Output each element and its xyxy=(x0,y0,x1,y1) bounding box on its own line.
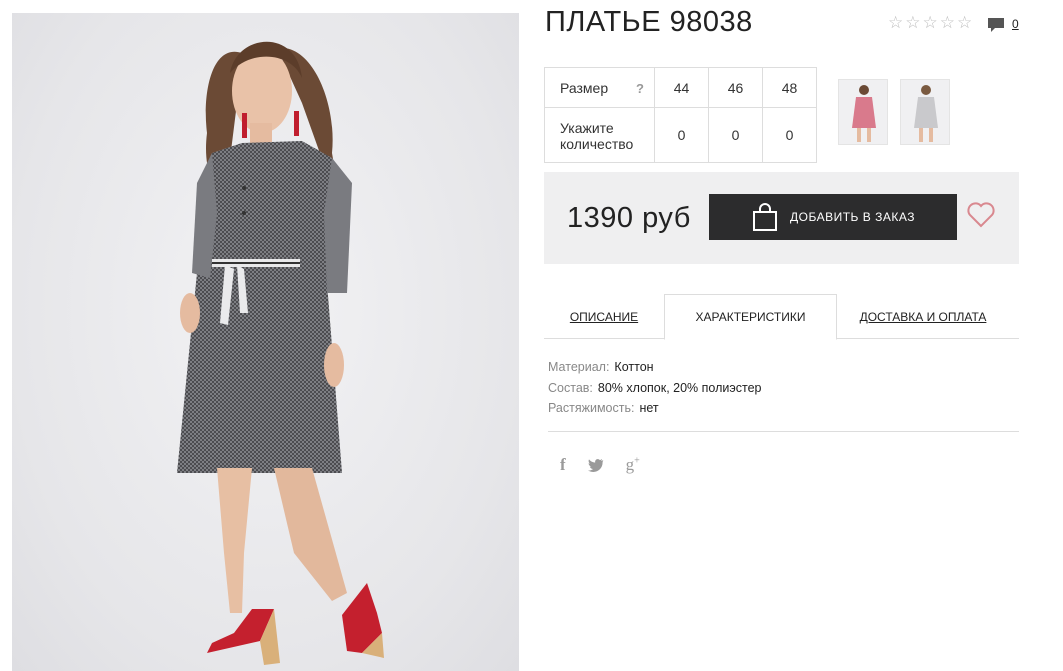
rating-stars[interactable]: ☆ ☆ ☆ ☆ ☆ xyxy=(888,14,972,32)
model-illustration xyxy=(177,41,384,665)
thumbnail-gray[interactable] xyxy=(900,79,950,145)
star-icon[interactable]: ☆ xyxy=(957,14,972,32)
thumbnail-gray-image xyxy=(914,85,938,142)
thumbnail-pink[interactable] xyxy=(838,79,888,145)
characteristic-row: Материал: Коттон xyxy=(548,357,761,378)
size-label-cell: Размер ? xyxy=(544,67,655,108)
tab-characteristics[interactable]: ХАРАКТЕРИСТИКИ xyxy=(664,294,837,340)
characteristic-key: Растяжимость: xyxy=(548,401,635,415)
tab-delivery-label: ДОСТАВКА И ОПЛАТА xyxy=(859,309,987,324)
characteristic-value: 80% хлопок, 20% полиэстер xyxy=(597,380,762,395)
star-icon[interactable]: ☆ xyxy=(940,14,955,32)
google-plus-icon[interactable]: g+ xyxy=(626,455,640,475)
quantity-input[interactable]: 0 xyxy=(762,107,817,163)
quantity-input[interactable]: 0 xyxy=(708,107,763,163)
buy-box: 1390 руб ДОБАВИТЬ В ЗАКАЗ xyxy=(544,172,1019,264)
comment-count-link[interactable]: 0 xyxy=(1012,17,1019,31)
characteristic-value: нет xyxy=(639,401,659,415)
heart-icon[interactable] xyxy=(967,202,995,228)
product-title: ПЛАТЬЕ 98038 xyxy=(545,6,753,38)
add-to-order-label: ДОБАВИТЬ В ЗАКАЗ xyxy=(790,210,915,224)
thumbnail-pink-image xyxy=(852,85,876,142)
product-price: 1390 руб xyxy=(567,202,691,234)
quantity-input[interactable]: 0 xyxy=(654,107,709,163)
product-tabs: ОПИСАНИЕ ХАРАКТЕРИСТИКИ ДОСТАВКА И ОПЛАТ… xyxy=(544,294,1019,340)
characteristics-list: Материал: Коттон Состав: 80% хлопок, 20% п… xyxy=(548,357,761,419)
social-share: f g+ xyxy=(560,455,662,475)
quantity-row: Укажите количество 0 0 0 xyxy=(544,107,817,163)
size-option: 44 xyxy=(654,67,709,108)
size-label: Размер xyxy=(560,79,609,96)
star-icon[interactable]: ☆ xyxy=(888,14,903,32)
tab-description[interactable]: ОПИСАНИЕ xyxy=(544,294,664,339)
google-plus-label: g xyxy=(625,455,635,474)
tab-description-label: ОПИСАНИЕ xyxy=(569,309,639,324)
tab-characteristics-label: ХАРАКТЕРИСТИКИ xyxy=(695,310,806,324)
characteristic-value: Коттон xyxy=(614,360,654,374)
size-help-icon[interactable]: ? xyxy=(636,81,644,96)
facebook-icon[interactable]: f xyxy=(560,455,566,475)
size-option: 48 xyxy=(762,67,817,108)
add-to-order-button[interactable]: ДОБАВИТЬ В ЗАКАЗ xyxy=(709,194,957,240)
star-icon[interactable]: ☆ xyxy=(905,14,920,32)
shopping-bag-icon xyxy=(753,203,777,231)
size-option: 46 xyxy=(708,67,763,108)
size-row: Размер ? 44 46 48 xyxy=(544,67,817,108)
characteristic-key: Состав: xyxy=(548,380,593,395)
characteristic-key: Материал: xyxy=(548,360,610,374)
quantity-label: Укажите количество xyxy=(544,107,655,163)
star-icon[interactable]: ☆ xyxy=(923,14,938,32)
tab-delivery[interactable]: ДОСТАВКА И ОПЛАТА xyxy=(837,294,1009,339)
characteristic-row: Растяжимость: нет xyxy=(548,398,761,419)
size-table: Размер ? 44 46 48 Укажите количество 0 0… xyxy=(544,67,817,163)
divider xyxy=(548,431,1019,432)
comment-icon[interactable] xyxy=(987,17,1005,34)
characteristic-row: Состав: 80% хлопок, 20% полиэстер xyxy=(548,378,761,399)
twitter-icon[interactable] xyxy=(587,458,604,472)
product-main-image[interactable] xyxy=(12,13,519,671)
